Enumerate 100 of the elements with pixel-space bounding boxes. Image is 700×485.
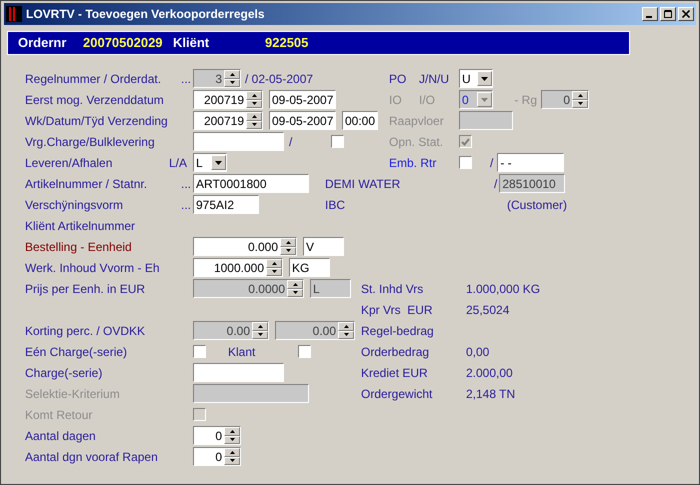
up-arrow-icon xyxy=(252,114,256,118)
field-value: 0.0000 xyxy=(247,280,286,298)
input-field[interactable]: KG xyxy=(289,258,330,277)
field-label: Artikelnummer / Statnr. xyxy=(25,176,148,192)
spin-up-button[interactable] xyxy=(266,259,282,268)
input-field[interactable]: - - xyxy=(497,153,564,172)
dropdown-value: U xyxy=(461,70,472,88)
window-title: LOVRTV - Toevoegen Verkooporderregels xyxy=(26,6,266,23)
summary-label: Orderbedrag xyxy=(361,344,430,360)
close-icon xyxy=(682,10,690,18)
spin-field[interactable]: 200719 xyxy=(193,90,263,109)
field-value: 200719 xyxy=(202,112,245,130)
summary-value: 2,148 TN xyxy=(466,386,516,402)
field-label: Emb. Rtr xyxy=(389,154,438,172)
field-label: PO xyxy=(389,70,408,88)
up-arrow-icon xyxy=(344,324,348,328)
text-label: / 02-05-2007 xyxy=(245,70,314,88)
checkbox[interactable] xyxy=(459,156,472,169)
field-label: Aantal dagen xyxy=(25,428,96,444)
spin-field[interactable]: 0 xyxy=(193,447,241,466)
down-arrow-icon xyxy=(578,102,582,106)
summary-value: 2.000,00 xyxy=(466,364,513,382)
spin-field[interactable]: 1000.000 xyxy=(193,258,283,277)
spin-field[interactable]: 200719 xyxy=(193,111,263,130)
down-arrow-icon xyxy=(286,249,290,252)
input-field[interactable]: 975AI2 xyxy=(193,195,259,214)
field-value: 0.00 xyxy=(312,322,337,340)
down-arrow-icon xyxy=(230,438,234,442)
up-arrow-icon xyxy=(230,430,234,433)
spin-up-button[interactable] xyxy=(572,91,588,100)
client-label: Kliënt xyxy=(173,34,210,52)
checkbox[interactable] xyxy=(331,135,344,148)
lookup-dots[interactable]: ... xyxy=(180,196,191,214)
up-arrow-icon xyxy=(292,282,298,286)
down-arrow-icon xyxy=(230,459,234,462)
text-label: / xyxy=(289,134,294,150)
spin-up-button[interactable] xyxy=(280,238,296,246)
down-arrow-icon xyxy=(272,270,276,274)
field-label: Komt Retour xyxy=(25,406,92,424)
summary-value: 0,00 xyxy=(466,344,490,360)
form-description: IBC xyxy=(325,196,346,214)
spin-field[interactable]: 0 xyxy=(193,426,241,445)
up-arrow-icon xyxy=(272,262,276,265)
checkbox[interactable] xyxy=(193,345,206,358)
field-value: 1000.000 xyxy=(212,260,265,276)
caret-icon xyxy=(481,76,488,80)
text-label: / xyxy=(490,154,494,172)
up-arrow-icon xyxy=(258,324,262,328)
field-label: Wk/Datum/Tÿd Verzending xyxy=(25,112,168,130)
minimize-button[interactable] xyxy=(642,7,658,21)
text-label: Klant xyxy=(228,344,256,360)
order-number: 20070502029 xyxy=(83,34,164,52)
field-label: Verschÿningsvorm xyxy=(25,196,124,214)
input-field[interactable] xyxy=(193,132,284,151)
down-arrow-icon xyxy=(344,333,348,336)
field-label: J/N/U xyxy=(419,70,450,88)
close-button[interactable] xyxy=(678,7,694,21)
dropdown[interactable]: U xyxy=(459,69,493,88)
maximize-icon xyxy=(664,10,672,18)
field-label: IO xyxy=(389,92,403,108)
down-arrow-icon xyxy=(230,81,234,84)
customer-note: (Customer) xyxy=(507,196,568,214)
input-field[interactable]: ART0001800 xyxy=(193,174,309,193)
maximize-button[interactable] xyxy=(660,7,676,21)
field-value: 0 xyxy=(214,448,223,466)
field-label: Kliënt Artikelnummer xyxy=(25,218,136,234)
input-field[interactable]: 09-05-2007 xyxy=(269,111,336,130)
input-field[interactable]: V xyxy=(303,237,344,256)
caret-icon xyxy=(481,98,488,102)
field-label: Eén Charge(-serie) xyxy=(25,344,128,360)
down-arrow-icon xyxy=(258,333,262,336)
caret-icon xyxy=(215,160,222,164)
summary-label: Regel-bedrag xyxy=(361,322,435,340)
spin-up-button[interactable] xyxy=(246,112,262,120)
up-arrow-icon xyxy=(230,450,234,454)
field-label: Raapvloer xyxy=(389,112,445,130)
spin-field[interactable]: 0.000 xyxy=(193,237,297,256)
input-field[interactable] xyxy=(193,363,284,382)
lookup-dots[interactable]: ... xyxy=(180,174,191,192)
text-label: / xyxy=(494,176,498,192)
spin-up-button[interactable] xyxy=(338,322,354,330)
spin-up-button[interactable] xyxy=(224,448,240,456)
client-number: 922505 xyxy=(265,34,308,52)
dropdown-value: 0 xyxy=(461,92,470,108)
field-value: 0 xyxy=(214,428,223,444)
dropdown-value: L xyxy=(195,154,204,172)
checkbox[interactable] xyxy=(298,345,311,358)
field-label: Regelnummer / Orderdat. xyxy=(25,70,162,88)
field-label: Korting perc. / OVDKK xyxy=(25,322,146,340)
article-description: DEMI WATER xyxy=(325,176,400,192)
field-value: 0 xyxy=(562,92,571,108)
field-label: Aantal dgn vooraf Rapen xyxy=(25,448,158,466)
spin-up-button[interactable] xyxy=(246,91,262,100)
input-field[interactable]: 09-05-2007 xyxy=(269,90,336,109)
input-field[interactable]: 00:00 xyxy=(342,111,378,130)
dropdown[interactable]: L xyxy=(193,153,227,172)
spin-up-button[interactable] xyxy=(224,427,240,436)
field-label: Werk. Inhoud Vvorm - Eh xyxy=(25,260,160,276)
field-label: Charge(-serie) xyxy=(25,364,102,382)
up-arrow-icon xyxy=(578,94,582,97)
